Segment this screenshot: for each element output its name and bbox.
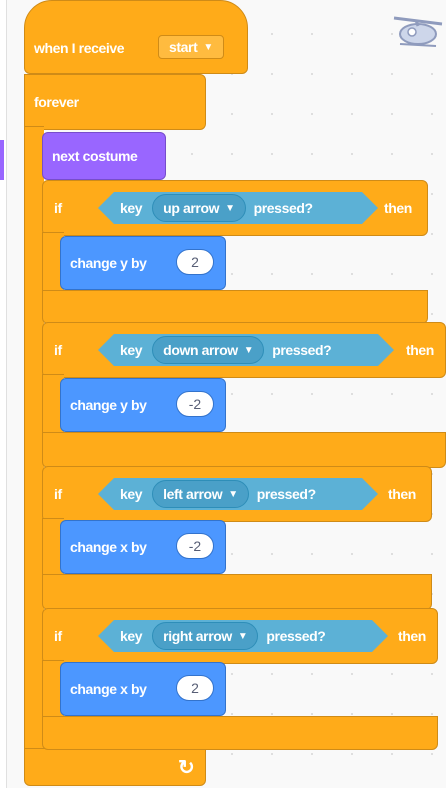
key-pressed-sensor-1[interactable]: key up arrow ▼ pressed? — [98, 192, 378, 224]
key-value-3: left arrow — [163, 486, 223, 502]
message-value: start — [169, 39, 198, 55]
loop-arrow-icon: ↻ — [178, 757, 195, 779]
change-label-4: change x by — [70, 681, 147, 697]
then-label-2: then — [406, 342, 434, 358]
key-pressed-sensor-4[interactable]: key right arrow ▼ pressed? — [98, 620, 388, 652]
helicopter-sprite-icon — [393, 16, 443, 47]
chevron-down-icon: ▼ — [228, 488, 238, 500]
change-label-1: change y by — [70, 255, 147, 271]
key-value-1: up arrow — [163, 200, 220, 216]
pressed-label-2: pressed? — [272, 342, 332, 358]
pressed-label-4: pressed? — [266, 628, 326, 644]
key-label-4: key — [120, 628, 143, 644]
if-bottom-4 — [42, 716, 438, 750]
chevron-down-icon: ▼ — [243, 344, 254, 356]
if-label-4: if — [54, 628, 62, 644]
change-label-2: change y by — [70, 397, 147, 413]
message-dropdown[interactable]: start ▼ — [158, 35, 225, 59]
key-label-2: key — [120, 342, 143, 358]
if-label-2: if — [54, 342, 62, 358]
key-value-4: right arrow — [163, 628, 232, 644]
key-label-3: key — [120, 486, 143, 502]
forever-stem — [24, 126, 44, 752]
forever-label: forever — [34, 94, 79, 110]
chevron-down-icon: ▼ — [203, 41, 214, 53]
value-input-4[interactable]: 2 — [176, 675, 214, 701]
when-i-receive-label: when I receive — [34, 40, 125, 56]
if-bottom-2 — [42, 432, 446, 468]
key-dropdown-4[interactable]: right arrow ▼ — [152, 622, 258, 650]
sprite-thumbnail[interactable] — [386, 4, 446, 56]
then-label-4: then — [398, 628, 426, 644]
then-label-1: then — [384, 200, 412, 216]
chevron-down-icon: ▼ — [225, 202, 235, 214]
key-pressed-sensor-2[interactable]: key down arrow ▼ pressed? — [98, 334, 394, 366]
if-bottom-1 — [42, 290, 428, 324]
if-label-3: if — [54, 486, 62, 502]
next-costume-label: next costume — [52, 148, 138, 164]
palette-block-fragment[interactable] — [0, 140, 4, 180]
value-input-2[interactable]: -2 — [176, 391, 214, 417]
key-value-2: down arrow — [163, 342, 238, 358]
then-label-3: then — [388, 486, 416, 502]
key-pressed-sensor-3[interactable]: key left arrow ▼ pressed? — [98, 478, 378, 510]
value-input-1[interactable]: 2 — [176, 249, 214, 275]
if-bottom-3 — [42, 574, 432, 610]
if-label-1: if — [54, 200, 62, 216]
key-dropdown-2[interactable]: down arrow ▼ — [152, 336, 264, 364]
palette-edge — [0, 0, 7, 788]
value-input-3[interactable]: -2 — [176, 533, 214, 559]
key-label-1: key — [120, 200, 143, 216]
key-dropdown-3[interactable]: left arrow ▼ — [152, 480, 249, 508]
pressed-label-1: pressed? — [253, 200, 313, 216]
pressed-label-3: pressed? — [256, 486, 316, 502]
key-dropdown-1[interactable]: up arrow ▼ — [152, 194, 245, 222]
chevron-down-icon: ▼ — [237, 630, 248, 642]
change-label-3: change x by — [70, 539, 147, 555]
